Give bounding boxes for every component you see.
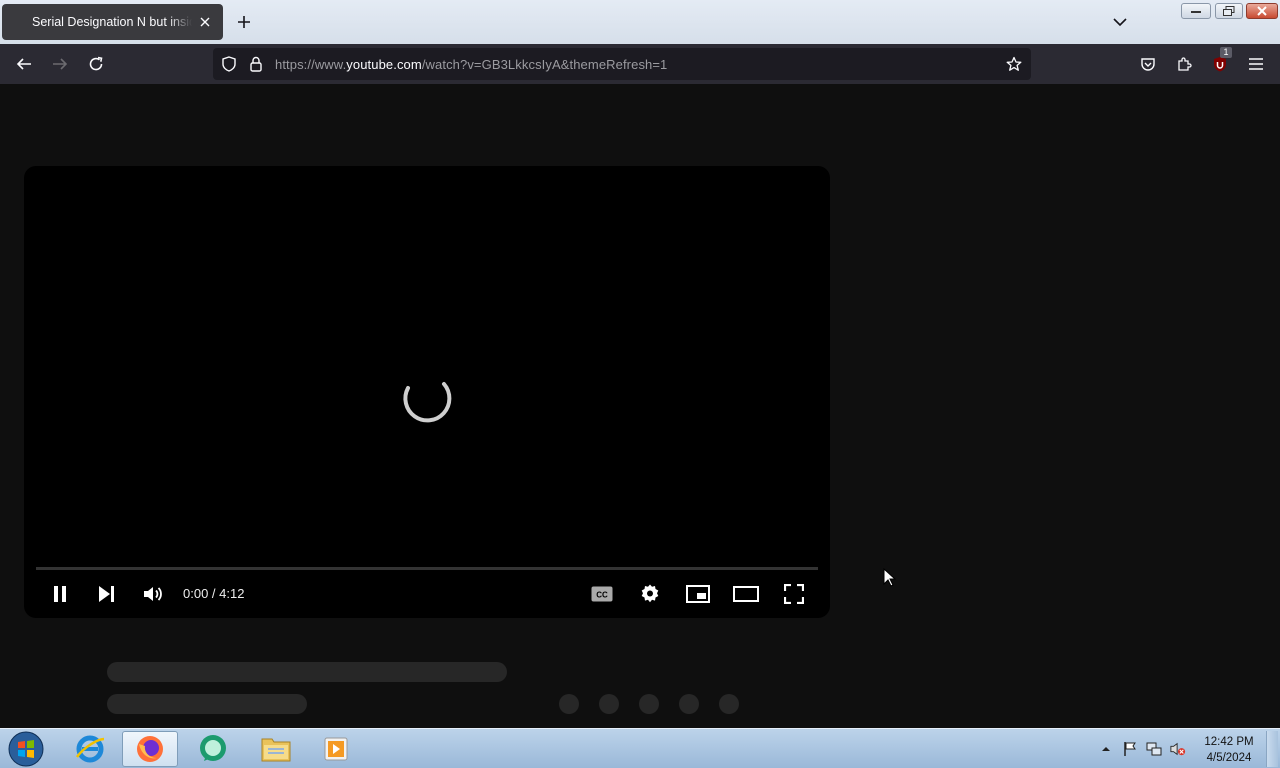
show-desktop-button[interactable]: [1266, 731, 1278, 767]
video-progress-bar[interactable]: [36, 567, 818, 570]
minimize-window-icon[interactable]: [1181, 3, 1211, 19]
mouse-cursor-icon: [883, 568, 897, 587]
url-path: /watch?v=GB3LkkcsIyA&themeRefresh=1: [421, 57, 668, 72]
clock-date: 4/5/2024: [1206, 752, 1252, 764]
next-video-icon[interactable]: [88, 578, 124, 610]
windows-taskbar: 12:42 PM 4/5/2024: [0, 728, 1280, 768]
media-player-icon[interactable]: [308, 731, 364, 767]
hamburger-menu-icon[interactable]: [1244, 52, 1268, 76]
extension-badge: 1: [1220, 47, 1232, 58]
channel-placeholder: [107, 694, 307, 714]
fullscreen-icon[interactable]: [776, 578, 812, 610]
show-hidden-icons-icon[interactable]: [1098, 741, 1114, 757]
lock-icon[interactable]: [249, 56, 263, 77]
settings-gear-icon[interactable]: [632, 578, 668, 610]
start-button-icon[interactable]: [0, 731, 52, 767]
action-placeholder: [639, 694, 659, 714]
tracking-protection-shield-icon[interactable]: [221, 56, 237, 77]
tab-title: Serial Designation N but inside: [32, 15, 192, 29]
theater-mode-icon[interactable]: [728, 578, 764, 610]
firefox-taskbar-icon[interactable]: [122, 731, 178, 767]
forward-arrow-icon[interactable]: [48, 52, 72, 76]
bookmark-star-icon[interactable]: [1006, 56, 1022, 77]
title-placeholder: [107, 662, 507, 682]
video-time-display: 0:00 / 4:12: [183, 586, 245, 601]
file-explorer-icon[interactable]: [248, 731, 304, 767]
action-placeholder: [719, 694, 739, 714]
ublock-origin-icon[interactable]: 1: [1208, 47, 1232, 76]
action-placeholder: [679, 694, 699, 714]
internet-explorer-icon[interactable]: [62, 731, 118, 767]
action-placeholder: [599, 694, 619, 714]
clock-time: 12:42 PM: [1204, 736, 1254, 748]
pause-icon[interactable]: [42, 578, 78, 610]
volume-muted-icon[interactable]: [1170, 741, 1186, 757]
close-window-icon[interactable]: [1246, 3, 1278, 19]
address-bar[interactable]: https://www.youtube.com/watch?v=GB3Lkkcs…: [213, 48, 1031, 80]
chat-app-icon[interactable]: [185, 731, 241, 767]
video-player[interactable]: 0:00 / 4:12 CC: [24, 166, 830, 618]
browser-tab[interactable]: Serial Designation N but inside: [2, 4, 223, 40]
close-tab-icon[interactable]: [195, 12, 215, 32]
system-clock[interactable]: 12:42 PM 4/5/2024: [1196, 734, 1262, 766]
loading-spinner-icon: [403, 382, 452, 423]
miniplayer-icon[interactable]: [680, 578, 716, 610]
page-content: 0:00 / 4:12 CC: [0, 84, 1280, 728]
subtitles-cc-icon[interactable]: CC: [584, 578, 620, 610]
title-bar: Serial Designation N but inside: [0, 0, 1280, 44]
volume-icon[interactable]: [135, 578, 171, 610]
back-arrow-icon[interactable]: [12, 52, 36, 76]
action-placeholder: [559, 694, 579, 714]
url-prefix: https://www.: [275, 57, 347, 72]
new-tab-icon[interactable]: [234, 12, 254, 32]
reload-icon[interactable]: [84, 52, 108, 76]
extensions-puzzle-icon[interactable]: [1172, 52, 1196, 76]
pocket-icon[interactable]: [1136, 52, 1160, 76]
restore-window-icon[interactable]: [1215, 3, 1243, 19]
list-all-tabs-icon[interactable]: [1110, 12, 1130, 32]
url-text: https://www.youtube.com/watch?v=GB3Lkkcs…: [275, 57, 667, 72]
network-icon[interactable]: [1146, 741, 1162, 757]
action-center-flag-icon[interactable]: [1122, 741, 1138, 757]
svg-text:CC: CC: [596, 591, 608, 600]
url-host: youtube.com: [346, 57, 422, 72]
navigation-toolbar: https://www.youtube.com/watch?v=GB3Lkkcs…: [0, 44, 1280, 84]
